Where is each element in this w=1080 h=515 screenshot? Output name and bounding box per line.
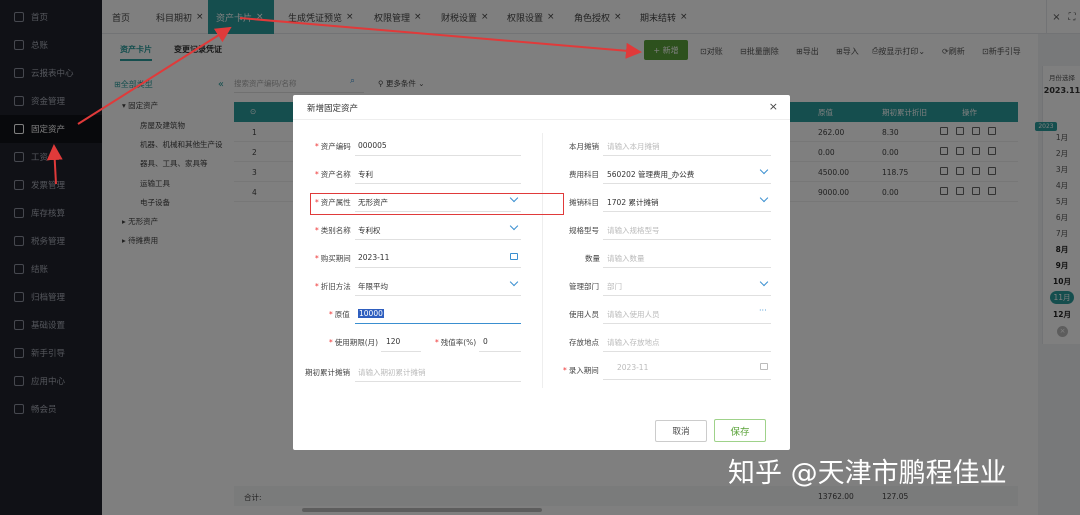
init-amort-field[interactable]: 请输入期初累计摊销: [358, 367, 426, 378]
amort-subject-select[interactable]: 1702 累计摊销: [607, 197, 658, 208]
dept-label: 管理部门: [569, 282, 599, 291]
asset-code-field[interactable]: 000005: [358, 141, 387, 150]
annotation-highlight-box: [310, 193, 564, 215]
dialog-title: 新增固定资产: [307, 104, 359, 114]
asset-code-label: * 资产编码: [315, 142, 351, 151]
chevron-down-icon[interactable]: [509, 277, 519, 287]
purchase-period-picker[interactable]: 2023-11: [358, 253, 389, 262]
close-icon[interactable]: ×: [769, 100, 778, 113]
life-label: * 使用期限(月): [329, 338, 379, 347]
init-amort-label: 期初累计摊销: [305, 368, 350, 377]
asset-name-field[interactable]: 专利: [358, 169, 373, 180]
purchase-period-label: * 购买期间: [315, 254, 351, 263]
qty-field[interactable]: 请输入数量: [607, 253, 645, 264]
dept-select[interactable]: 部门: [607, 281, 622, 292]
original-value-field[interactable]: 10000: [358, 309, 384, 318]
cancel-button[interactable]: 取消: [655, 420, 707, 442]
spec-field[interactable]: 请输入规格型号: [607, 225, 660, 236]
add-asset-dialog: 新增固定资产 × * 资产编码 000005 * 资产名称 专利 * 资产属性 无形资…: [293, 95, 790, 450]
original-value-label: * 原值: [329, 310, 350, 319]
residual-label: * 残值率(%): [435, 338, 477, 347]
method-label: * 折旧方法: [315, 282, 351, 291]
expense-subject-select[interactable]: 560202 管理费用_办公费: [607, 169, 694, 180]
expense-subject-label: 费用科目: [569, 170, 599, 179]
category-select[interactable]: 专利权: [358, 225, 381, 236]
qty-label: 数量: [585, 254, 600, 263]
residual-field[interactable]: 0: [483, 337, 488, 346]
entry-period-label: * 录入期间: [563, 366, 599, 375]
more-icon[interactable]: ···: [759, 306, 767, 315]
method-select[interactable]: 年限平均: [358, 281, 388, 292]
month-amort-label: 本月摊销: [569, 142, 599, 151]
chevron-down-icon[interactable]: [759, 165, 769, 175]
dialog-divider: [293, 119, 790, 120]
column-divider: [542, 133, 543, 388]
calendar-icon[interactable]: [760, 363, 768, 370]
asset-name-label: * 资产名称: [315, 170, 351, 179]
amort-subject-label: 摊销科目: [569, 198, 599, 207]
user-label: 使用人员: [569, 310, 599, 319]
save-button[interactable]: 保存: [714, 419, 766, 442]
life-field[interactable]: 120: [386, 337, 400, 346]
entry-period-picker[interactable]: 2023-11: [617, 363, 648, 372]
chevron-down-icon[interactable]: [759, 193, 769, 203]
user-field[interactable]: 请输入使用人员: [607, 309, 660, 320]
spec-label: 规格型号: [569, 226, 599, 235]
chevron-down-icon[interactable]: [509, 221, 519, 231]
location-field[interactable]: 请输入存放地点: [607, 337, 660, 348]
chevron-down-icon[interactable]: [759, 277, 769, 287]
month-amort-field[interactable]: 请输入本月摊销: [607, 141, 660, 152]
location-label: 存放地点: [569, 338, 599, 347]
category-label: * 类别名称: [315, 226, 351, 235]
watermark: 知乎 @天津市鹏程佳业: [728, 458, 1007, 489]
calendar-icon[interactable]: [510, 253, 518, 260]
